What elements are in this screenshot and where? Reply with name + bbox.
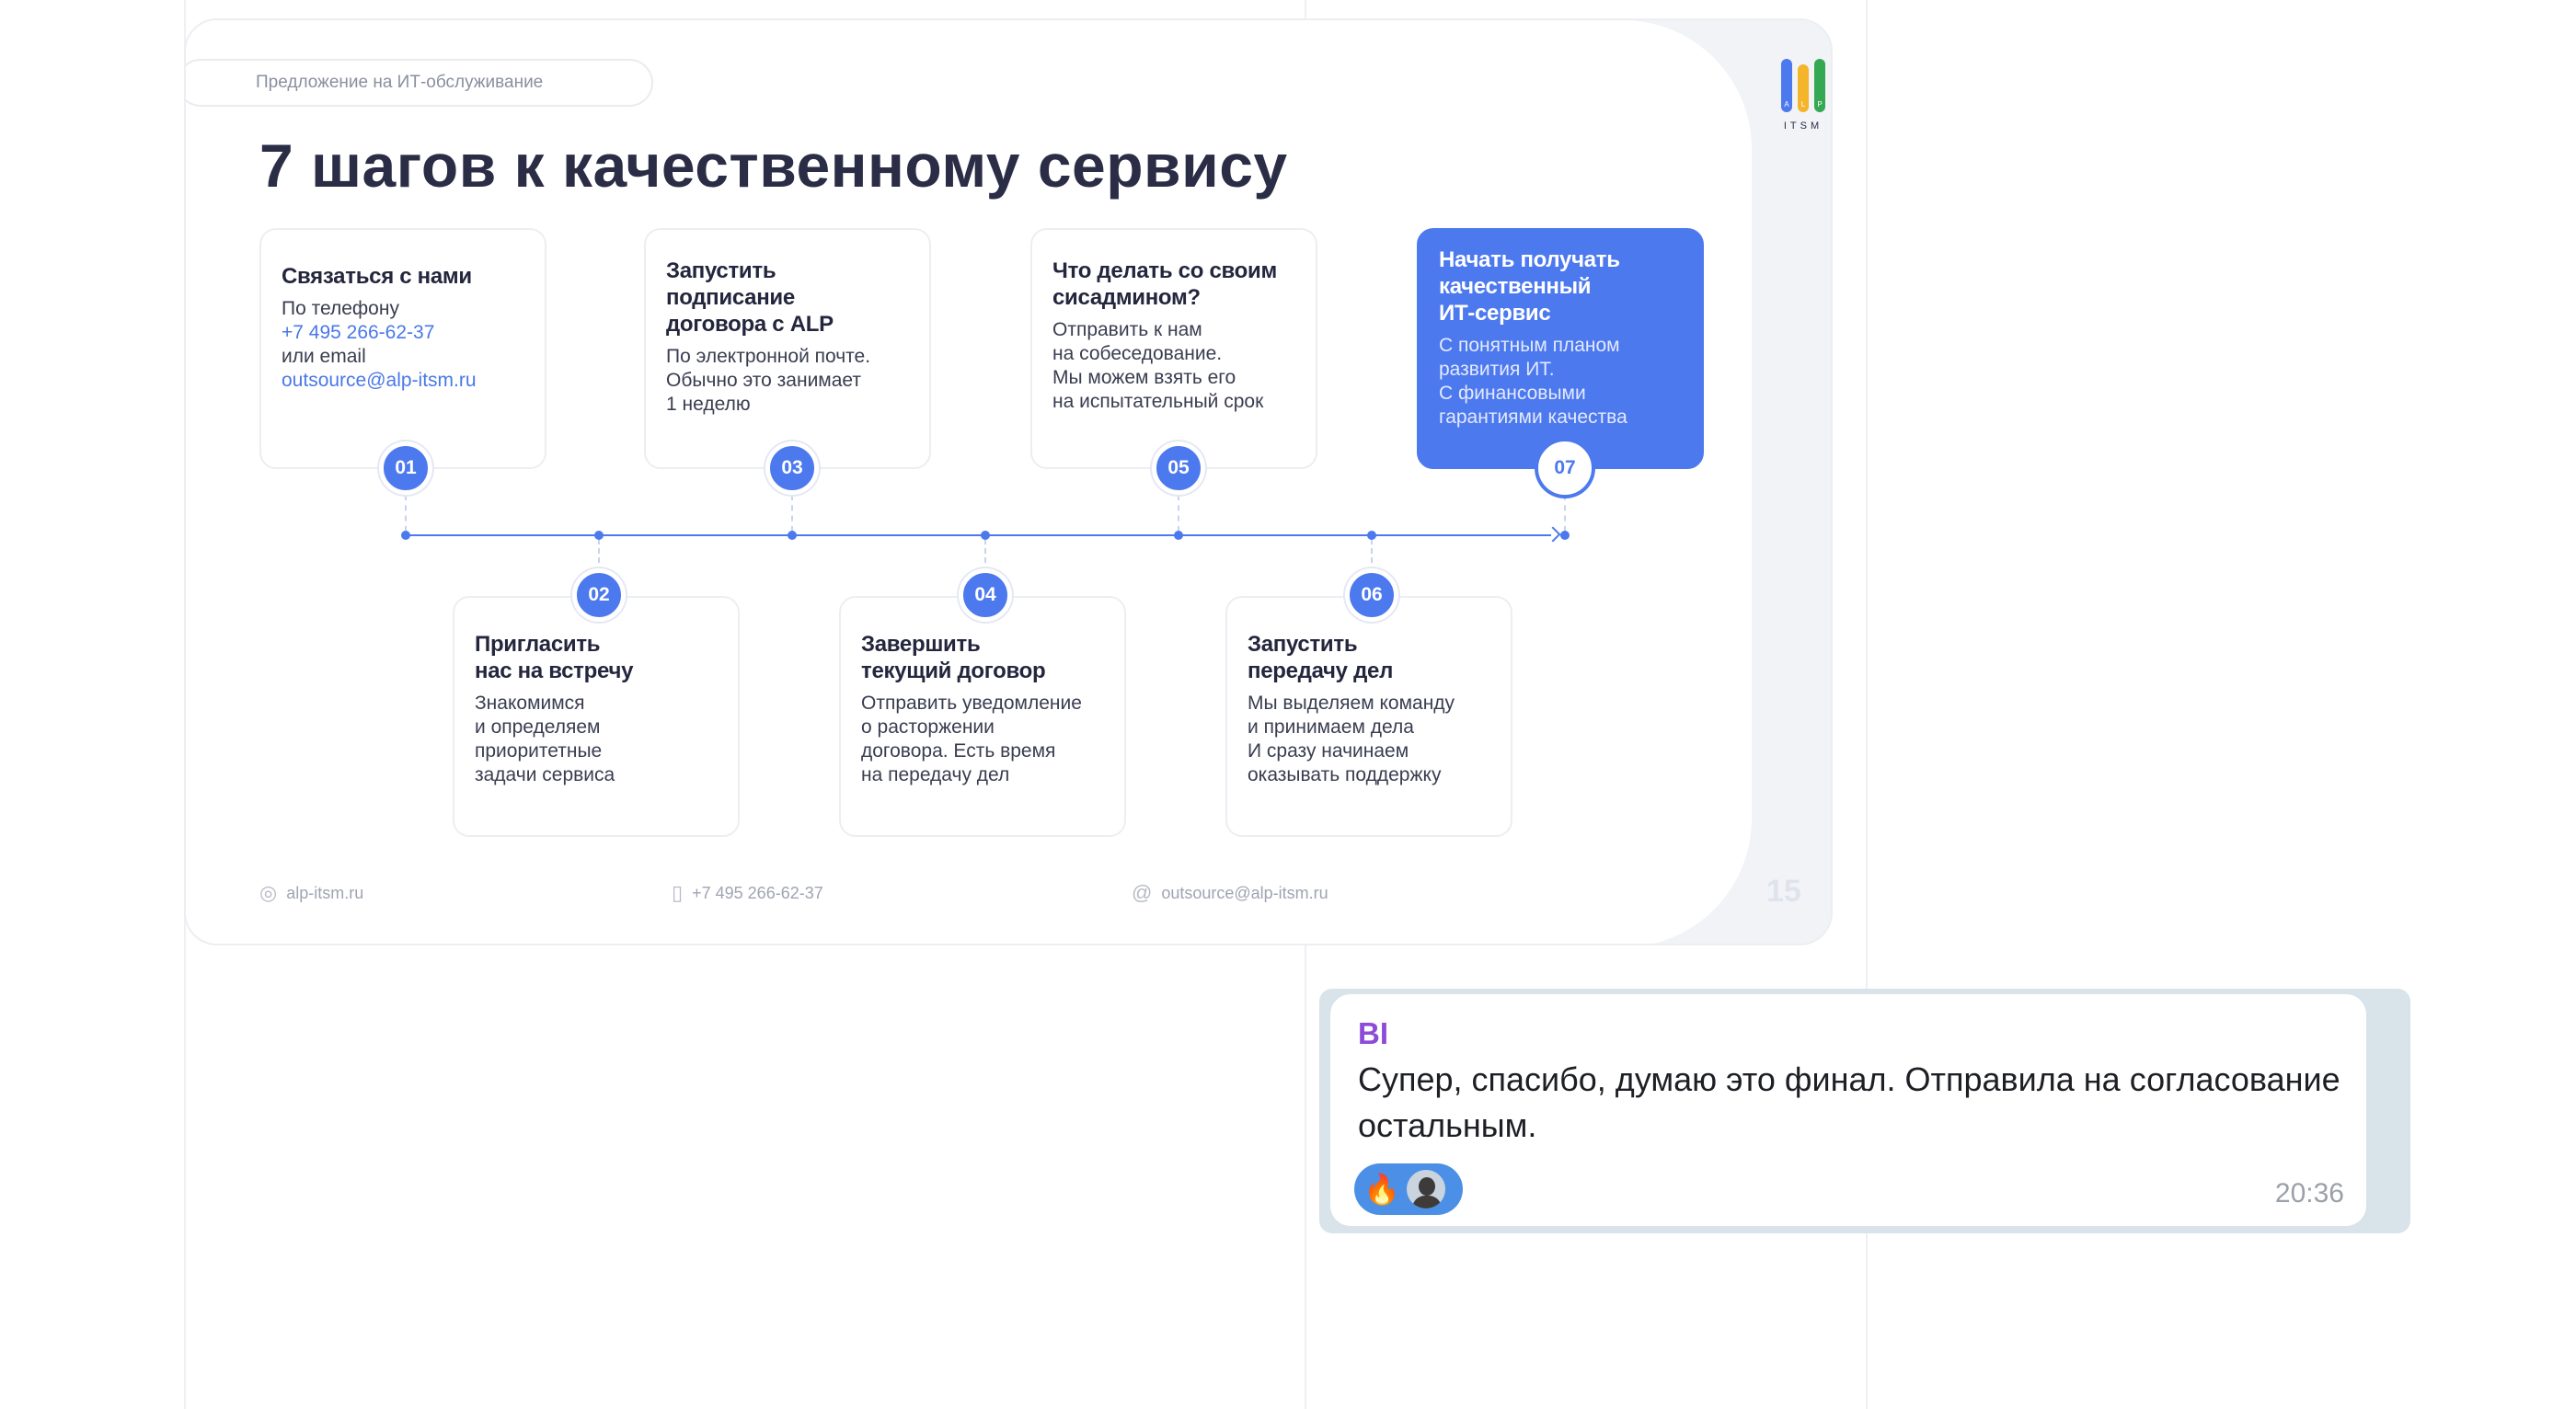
step-title: Завершить текущий договор: [861, 632, 1046, 683]
timeline-dot: [401, 531, 410, 540]
step-title: Начать получать качественный ИТ-сервис: [1439, 247, 1620, 326]
alp-itsm-logo: A L P ITSM: [1781, 59, 1825, 132]
logo-letter-a: A: [1784, 100, 1789, 109]
logo-letter-l: L: [1801, 100, 1806, 109]
timeline-dot: [1174, 531, 1183, 540]
connector: [791, 495, 793, 532]
connector: [1178, 495, 1179, 532]
step-badge-05: 05: [1152, 441, 1205, 495]
step-badge-02: 02: [572, 568, 626, 622]
footer-email-text[interactable]: outsource@alp-itsm.ru: [1161, 884, 1328, 903]
connector: [984, 539, 986, 572]
step-title: Пригласить нас на встречу: [475, 632, 634, 683]
at-icon: @: [1132, 881, 1153, 904]
step-badge-07: 07: [1538, 441, 1592, 495]
phone-link[interactable]: +7 495 266-62-37: [282, 321, 524, 345]
avatar: [1403, 1167, 1448, 1211]
step-title: Запустить передачу дел: [1248, 632, 1394, 683]
step-text: Знакомимся и определяем приоритетные зад…: [475, 693, 615, 785]
step-card-07: Начать получать качественный ИТ-сервис С…: [1417, 228, 1704, 469]
timeline-dot: [1560, 531, 1570, 540]
step-text: Мы выделяем команду и принимаем дела И с…: [1248, 693, 1455, 785]
step-badge-01: 01: [379, 441, 432, 495]
timeline-dot: [788, 531, 797, 540]
timeline-arrow-icon: [1545, 526, 1561, 543]
slide-content: Предложение на ИТ-обслуживание 7 шагов к…: [186, 20, 1752, 944]
step-text: По электронной почте. Обычно это занимае…: [666, 346, 871, 415]
globe-icon: ◎: [259, 881, 278, 904]
logo-letter-p: P: [1817, 100, 1822, 109]
timeline-line: [405, 534, 1551, 536]
phone-icon: ▯: [672, 881, 684, 904]
step-badge-06: 06: [1345, 568, 1398, 622]
page-title: 7 шагов к качественному сервису: [259, 132, 1288, 200]
step-card-06: Запустить передачу дел Мы выделяем коман…: [1225, 596, 1512, 837]
breadcrumb: Предложение на ИТ-обслуживание: [186, 59, 653, 107]
footer-email: @ outsource@alp-itsm.ru: [1132, 881, 1328, 905]
footer-site-text[interactable]: alp-itsm.ru: [286, 884, 363, 903]
step-card-01: Связаться с нами По телефону +7 495 266-…: [259, 228, 546, 469]
step-card-04: Завершить текущий договор Отправить увед…: [839, 596, 1126, 837]
step-card-02: Пригласить нас на встречу Знакомимся и о…: [453, 596, 740, 837]
connector: [1371, 539, 1373, 572]
step-title: Что делать со своим сисадмином?: [1052, 258, 1277, 310]
step-badge-03: 03: [765, 441, 819, 495]
step-text: Отправить к нам на собеседование. Мы мож…: [1052, 319, 1264, 412]
message-sender[interactable]: BI: [1358, 1016, 2366, 1051]
connector: [1564, 495, 1566, 532]
footer-site: ◎ alp-itsm.ru: [259, 881, 363, 905]
logo-text: ITSM: [1784, 120, 1823, 132]
step-title: Связаться с нами: [282, 264, 472, 289]
connector: [598, 539, 600, 572]
reaction-pill[interactable]: 🔥: [1354, 1163, 1463, 1215]
step-text: По телефону: [282, 298, 399, 319]
footer-phone-text[interactable]: +7 495 266-62-37: [692, 884, 823, 903]
email-link[interactable]: outsource@alp-itsm.ru: [282, 369, 524, 393]
step-badge-04: 04: [959, 568, 1012, 622]
message-time: 20:36: [2274, 1178, 2344, 1209]
chat-message-bubble[interactable]: BI Супер, спасибо, думаю это финал. Отпр…: [1330, 994, 2366, 1226]
fire-reaction-icon: 🔥: [1363, 1173, 1400, 1206]
timeline-dot: [594, 531, 604, 540]
step-text: Отправить уведомление о расторжении дого…: [861, 693, 1082, 785]
step-text: С понятным планом развития ИТ. С финансо…: [1439, 335, 1627, 428]
presentation-slide: Предложение на ИТ-обслуживание 7 шагов к…: [184, 18, 1833, 945]
step-text-mid: или email: [282, 346, 366, 367]
connector: [405, 495, 407, 532]
page-number: 15: [1766, 874, 1801, 909]
timeline-dot: [1367, 531, 1376, 540]
step-card-03: Запустить подписание договора с ALP По э…: [644, 228, 931, 469]
step-title: Запустить подписание договора с ALP: [666, 258, 834, 337]
timeline-dot: [981, 531, 990, 540]
footer-phone: ▯ +7 495 266-62-37: [672, 881, 823, 905]
chat-message-container: BI Супер, спасибо, думаю это финал. Отпр…: [1319, 989, 2410, 1233]
step-card-05: Что делать со своим сисадмином? Отправит…: [1030, 228, 1317, 469]
message-text: Супер, спасибо, думаю это финал. Отправи…: [1358, 1060, 2340, 1144]
